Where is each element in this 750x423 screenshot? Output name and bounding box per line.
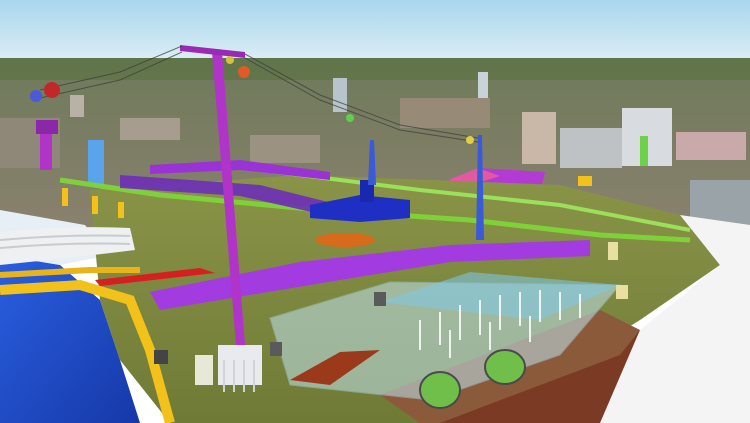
tower-building <box>522 112 556 164</box>
tower-building <box>120 118 180 140</box>
tunnel-bore-left <box>419 371 461 409</box>
gondola <box>238 66 250 78</box>
vent-shaft <box>616 285 628 299</box>
vent-shaft <box>195 355 213 385</box>
tunnel-bore-right <box>484 349 526 385</box>
tower-building <box>560 128 622 168</box>
tower-building <box>70 95 84 117</box>
vent-shaft <box>374 292 386 306</box>
tower-building <box>400 98 490 128</box>
left-tower-stack <box>40 130 52 170</box>
tower-building <box>250 135 320 163</box>
orange-deck <box>315 233 375 247</box>
tower-building <box>478 72 488 100</box>
gondola <box>44 82 60 98</box>
vent-shaft <box>270 342 282 356</box>
gondola <box>466 136 474 144</box>
left-tower-stack-top <box>36 120 58 134</box>
tower-building <box>640 136 648 166</box>
vent-shaft <box>608 242 618 260</box>
tower-building <box>676 132 746 160</box>
tower-building <box>88 140 104 186</box>
gondola <box>30 90 42 102</box>
gondola <box>346 114 354 122</box>
tower-building <box>333 78 347 112</box>
infrastructure-model-render <box>0 0 750 423</box>
vent-shaft <box>154 350 168 364</box>
distant-green-hills <box>0 58 750 80</box>
gondola <box>226 56 234 64</box>
